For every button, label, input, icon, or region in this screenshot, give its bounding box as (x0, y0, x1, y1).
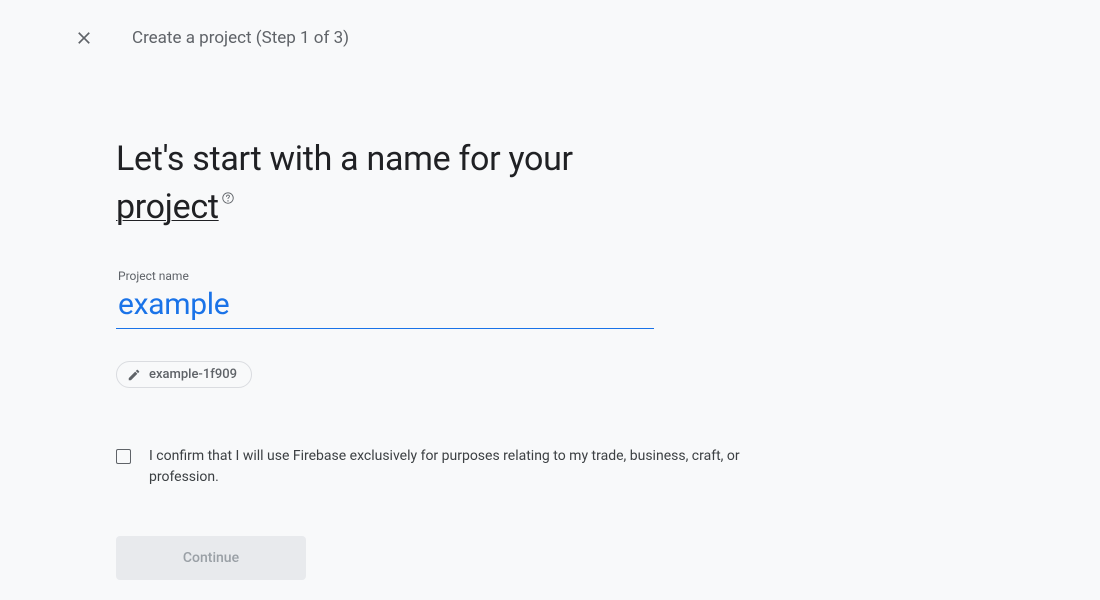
help-icon[interactable] (221, 191, 235, 212)
close-icon (74, 28, 94, 48)
confirmation-checkbox[interactable] (116, 449, 131, 464)
heading-text: Let's start with a name for your (116, 139, 573, 179)
pencil-icon (127, 368, 141, 382)
confirmation-label: I confirm that I will use Firebase exclu… (149, 446, 756, 488)
project-name-input[interactable] (116, 285, 654, 328)
project-id-text: example-1f909 (149, 367, 237, 382)
close-button[interactable] (64, 18, 104, 58)
page-title: Create a project (Step 1 of 3) (132, 28, 349, 48)
project-name-label: Project name (116, 269, 654, 283)
main-heading: Let's start with a name for your project (116, 136, 636, 231)
heading-underlined: project (116, 187, 219, 227)
project-id-chip[interactable]: example-1f909 (116, 361, 252, 388)
continue-button[interactable]: Continue (116, 536, 306, 580)
